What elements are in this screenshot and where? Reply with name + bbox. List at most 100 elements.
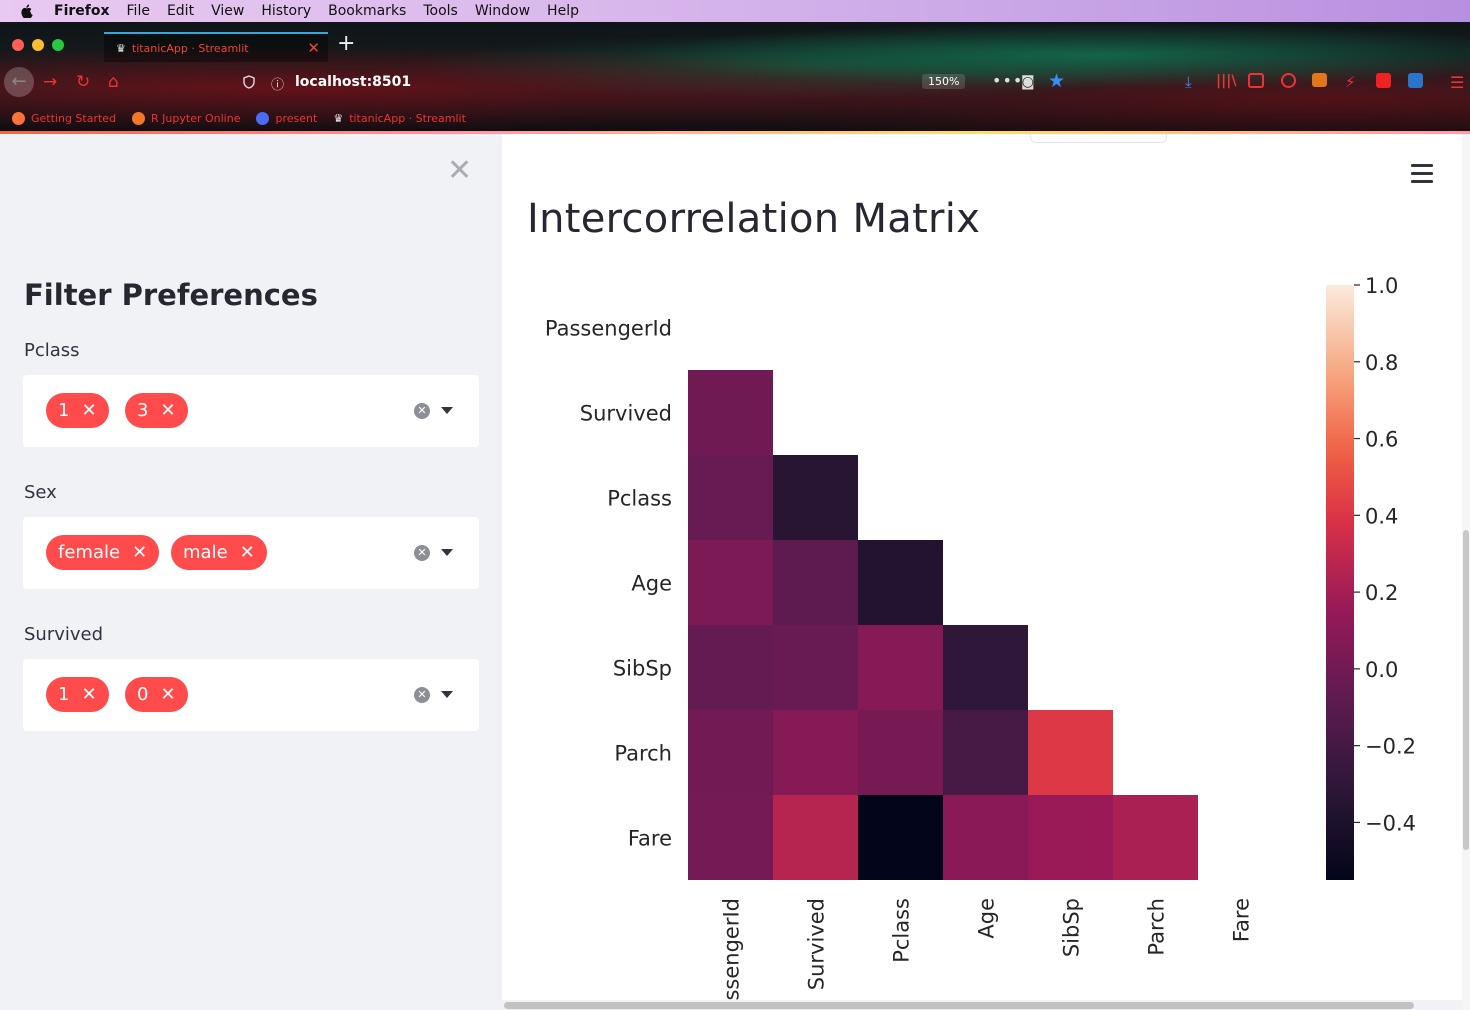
chip-remove-icon[interactable]: ✕: [81, 684, 96, 705]
row-label-passengerid: PassengerId: [545, 317, 672, 341]
colorbar-tick-label: 0.4: [1365, 504, 1398, 528]
clear-all-icon[interactable]: ✕: [414, 545, 430, 561]
app-menu-icon[interactable]: ☰: [1450, 73, 1466, 92]
heatmap-cell-fare-passengerid: [688, 795, 773, 880]
account-icon[interactable]: [1281, 73, 1296, 88]
chevron-down-icon[interactable]: [441, 407, 453, 414]
sidebar-close-icon[interactable]: ✕: [447, 156, 472, 186]
chip-survived-1[interactable]: 1 ✕: [46, 677, 109, 712]
heatmap-cell-parch-pclass: [858, 710, 943, 795]
heatmap-cell-parch-passengerid: [688, 710, 773, 795]
horizontal-scrollbar[interactable]: [504, 1002, 1414, 1009]
back-button[interactable]: ←: [4, 67, 34, 97]
page-actions-icon[interactable]: •••: [992, 71, 1023, 90]
sidebar: ✕ Filter Preferences Pclass 1 ✕ 3 ✕ ✕ Sex …: [0, 134, 502, 1010]
metamask-icon[interactable]: [1312, 73, 1327, 87]
tab-close-icon[interactable]: ✕: [307, 39, 320, 57]
column-label-survived: Survived: [805, 898, 829, 990]
colorbar-tick-label: 0.6: [1365, 428, 1398, 452]
row-label-age: Age: [631, 572, 672, 596]
chip-remove-icon[interactable]: ✕: [160, 400, 175, 421]
chip-sex-female[interactable]: female ✕: [46, 535, 160, 570]
site-info-icon[interactable]: ⓘ: [271, 74, 284, 93]
bookmark-titanicapp[interactable]: ♛ titanicApp · Streamlit: [333, 112, 466, 125]
bookmarks-bar: Getting Started R Jupyter Online present…: [0, 108, 482, 128]
extension-s-icon[interactable]: [1408, 73, 1423, 88]
chip-sex-male[interactable]: male ✕: [171, 535, 267, 570]
chevron-down-icon[interactable]: [441, 549, 453, 556]
browser-tab[interactable]: ♛ titanicApp · Streamlit ✕: [104, 32, 328, 62]
multiselect-survived[interactable]: 1 ✕ 0 ✕ ✕: [23, 659, 479, 731]
heatmap-cell-fare-age: [943, 795, 1028, 880]
window-close-button[interactable]: [12, 39, 24, 51]
chevron-down-icon[interactable]: [441, 691, 453, 698]
menu-app[interactable]: Firefox: [54, 3, 110, 19]
reload-button[interactable]: ↻: [76, 72, 90, 92]
filter-label-pclass: Pclass: [24, 340, 80, 361]
colorbar-tick-label: 0.2: [1365, 581, 1398, 605]
sidebar-title: Filter Preferences: [24, 278, 318, 312]
main-content: Intercorrelation Matrix PassengerId Survi…: [502, 134, 1462, 1000]
menu-help[interactable]: Help: [547, 3, 579, 19]
bookmark-jupyter[interactable]: R Jupyter Online: [132, 111, 240, 125]
menu-tools[interactable]: Tools: [423, 3, 458, 19]
row-label-sibsp: SibSp: [613, 657, 672, 681]
pocket-icon[interactable]: ◙: [1021, 74, 1035, 90]
forward-button[interactable]: →: [43, 72, 57, 92]
menu-window[interactable]: Window: [475, 3, 530, 19]
chip-remove-icon[interactable]: ✕: [240, 542, 255, 563]
window-minimize-button[interactable]: [32, 39, 44, 51]
chip-survived-0[interactable]: 0 ✕: [125, 677, 188, 712]
chip-remove-icon[interactable]: ✕: [81, 400, 96, 421]
row-label-fare: Fare: [628, 827, 672, 851]
sidebar-toggle-icon[interactable]: [1248, 73, 1264, 88]
colorbar-tick-label: 0.8: [1365, 351, 1398, 375]
bookmark-star-icon[interactable]: ★: [1048, 70, 1065, 92]
colorbar-tick-label: −0.2: [1365, 735, 1416, 759]
chip-remove-icon[interactable]: ✕: [160, 684, 175, 705]
column-label-parch: Parch: [1145, 898, 1169, 956]
new-tab-button[interactable]: +: [337, 33, 355, 55]
tracking-shield-icon[interactable]: [243, 75, 255, 89]
downloads-icon[interactable]: ⤓: [1185, 73, 1201, 91]
chip-pclass-3[interactable]: 3 ✕: [125, 393, 188, 428]
clear-all-icon[interactable]: ✕: [414, 687, 430, 703]
chip-remove-icon[interactable]: ✕: [132, 542, 147, 563]
filter-label-sex: Sex: [24, 482, 57, 503]
multiselect-sex[interactable]: female ✕ male ✕ ✕: [23, 517, 479, 589]
heatmap-cell-parch-survived: [773, 710, 858, 795]
column-label-sibsp: SibSp: [1060, 898, 1084, 957]
menu-history[interactable]: History: [261, 3, 311, 19]
bookmark-getting-started[interactable]: Getting Started: [12, 111, 116, 125]
column-label-pclass: Pclass: [890, 898, 914, 963]
bookmark-present[interactable]: present: [256, 111, 317, 125]
zoom-badge[interactable]: 150%: [922, 74, 966, 89]
url-bar[interactable]: localhost:8501: [295, 74, 411, 90]
chip-pclass-1[interactable]: 1 ✕: [46, 393, 109, 428]
clear-all-icon[interactable]: ✕: [414, 403, 430, 419]
library-icon[interactable]: |||\: [1216, 73, 1236, 89]
crown-icon: ♛: [116, 41, 126, 55]
apple-icon[interactable]: [18, 4, 36, 18]
window-maximize-button[interactable]: [52, 39, 64, 51]
os-menubar: Firefox File Edit View History Bookmarks…: [0, 0, 1470, 22]
heatmap-cell-sibsp-pclass: [858, 625, 943, 710]
menu-view[interactable]: View: [211, 3, 244, 19]
home-button[interactable]: ⌂: [108, 72, 119, 92]
heatmap-cell-age-pclass: [858, 540, 943, 625]
heatmap-cell-sibsp-age: [943, 625, 1028, 710]
crown-icon: ♛: [333, 111, 344, 125]
vertical-scrollbar[interactable]: [1463, 530, 1469, 850]
multiselect-pclass[interactable]: 1 ✕ 3 ✕ ✕: [23, 375, 479, 447]
menu-file[interactable]: File: [127, 3, 150, 19]
correlation-heatmap: PassengerId Survived Pclass Age SibSp Parch Fa…: [545, 274, 1416, 1000]
colorbar-tick-label: 0.0: [1365, 658, 1398, 682]
menu-bookmarks[interactable]: Bookmarks: [328, 3, 406, 19]
menu-edit[interactable]: Edit: [167, 3, 194, 19]
column-label-age: Age: [975, 898, 999, 939]
filter-label-survived: Survived: [24, 624, 104, 645]
aspect-ratio-icon[interactable]: [1376, 73, 1391, 88]
extension-bolt-icon[interactable]: ⚡: [1345, 73, 1361, 91]
heatmap-cell-pclass-survived: [773, 455, 858, 540]
row-label-parch: Parch: [614, 742, 672, 766]
